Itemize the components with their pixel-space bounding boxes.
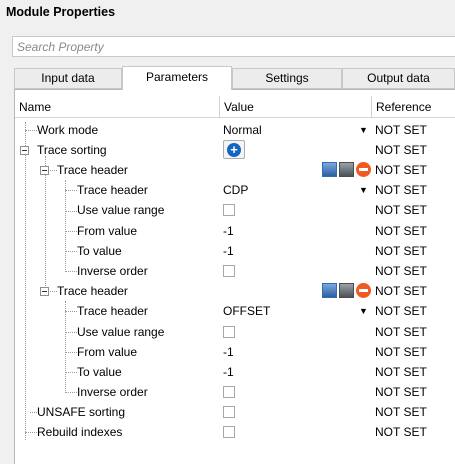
property-name: Trace header [57, 284, 128, 298]
property-name: Trace header [77, 183, 148, 197]
move-header-icon[interactable] [322, 283, 337, 298]
property-name: Trace sorting [37, 143, 107, 157]
property-row-trace-header[interactable]: Trace header OFFSET ▼ NOT SET [15, 301, 455, 321]
collapse-icon[interactable] [20, 146, 29, 155]
property-name: Rebuild indexes [37, 425, 123, 439]
property-row-work-mode[interactable]: Work mode Normal ▼ NOT SET [15, 120, 455, 140]
property-reference[interactable]: NOT SET [375, 362, 427, 382]
property-name: From value [77, 224, 138, 238]
property-reference[interactable]: NOT SET [375, 140, 427, 160]
property-reference[interactable]: NOT SET [375, 382, 427, 402]
move-header-icon[interactable] [322, 162, 337, 177]
property-name: Work mode [37, 123, 99, 137]
inverse-order-checkbox[interactable] [223, 265, 235, 277]
property-row-to-value[interactable]: To value -1 NOT SET [15, 241, 455, 261]
property-name: Use value range [77, 325, 165, 339]
property-name: Trace header [57, 163, 128, 177]
add-circle-icon: + [227, 143, 241, 157]
collapse-icon[interactable] [40, 166, 49, 175]
collapse-icon[interactable] [40, 287, 49, 296]
property-row-trace-header-group[interactable]: Trace header NOT SET [15, 160, 455, 180]
property-reference[interactable]: NOT SET [375, 241, 427, 261]
property-row-from-value[interactable]: From value -1 NOT SET [15, 221, 455, 241]
property-reference[interactable]: NOT SET [375, 160, 427, 180]
remove-circle-icon[interactable] [356, 283, 371, 298]
property-reference[interactable]: NOT SET [375, 261, 427, 281]
rebuild-indexes-checkbox[interactable] [223, 426, 235, 438]
property-grid: Name Value Reference Work mode Normal ▼ … [14, 89, 455, 464]
property-reference[interactable]: NOT SET [375, 322, 427, 342]
property-value: Normal [223, 123, 262, 137]
property-reference[interactable]: NOT SET [375, 301, 427, 321]
property-row-to-value[interactable]: To value -1 NOT SET [15, 362, 455, 382]
property-row-inverse-order[interactable]: Inverse order NOT SET [15, 382, 455, 402]
tab-input-data[interactable]: Input data [14, 68, 122, 89]
property-reference[interactable]: NOT SET [375, 200, 427, 220]
column-header-value[interactable]: Value [220, 96, 370, 118]
property-name: To value [77, 244, 122, 258]
remove-circle-icon[interactable] [356, 162, 371, 177]
property-name: Use value range [77, 203, 165, 217]
property-reference[interactable]: NOT SET [375, 180, 427, 200]
add-trace-header-button[interactable]: + [223, 140, 245, 159]
property-value: OFFSET [223, 304, 271, 318]
from-value-field[interactable]: -1 [223, 221, 373, 241]
property-name: Inverse order [77, 264, 148, 278]
to-value-field[interactable]: -1 [223, 362, 373, 382]
search-box[interactable] [12, 36, 455, 57]
property-reference[interactable]: NOT SET [375, 402, 427, 422]
copy-header-icon[interactable] [339, 283, 354, 298]
property-reference[interactable]: NOT SET [375, 281, 427, 301]
dropdown-arrow-icon[interactable]: ▼ [359, 180, 368, 200]
property-name: Inverse order [77, 385, 148, 399]
work-mode-dropdown[interactable]: Normal ▼ [223, 120, 373, 140]
trace-header-dropdown[interactable]: OFFSET ▼ [223, 301, 373, 321]
copy-header-icon[interactable] [339, 162, 354, 177]
trace-header-dropdown[interactable]: CDP ▼ [223, 180, 373, 200]
property-value: CDP [223, 183, 249, 197]
tab-output-data[interactable]: Output data [342, 68, 455, 89]
property-reference[interactable]: NOT SET [375, 221, 427, 241]
search-input[interactable] [13, 37, 455, 56]
property-row-use-value-range[interactable]: Use value range NOT SET [15, 322, 455, 342]
property-row-inverse-order[interactable]: Inverse order NOT SET [15, 261, 455, 281]
property-reference[interactable]: NOT SET [375, 342, 427, 362]
window-title: Module Properties [6, 5, 116, 19]
property-name: UNSAFE sorting [37, 405, 126, 419]
from-value-field[interactable]: -1 [223, 342, 373, 362]
tab-parameters[interactable]: Parameters [122, 66, 232, 90]
property-name: From value [77, 345, 138, 359]
property-name: To value [77, 365, 122, 379]
dropdown-arrow-icon[interactable]: ▼ [359, 120, 368, 140]
property-reference[interactable]: NOT SET [375, 120, 427, 140]
use-value-range-checkbox[interactable] [223, 326, 235, 338]
grid-header: Name Value Reference [15, 96, 455, 118]
unsafe-sorting-checkbox[interactable] [223, 406, 235, 418]
property-row-from-value[interactable]: From value -1 NOT SET [15, 342, 455, 362]
dropdown-arrow-icon[interactable]: ▼ [359, 301, 368, 321]
property-row-trace-sorting[interactable]: Trace sorting + NOT SET [15, 140, 455, 160]
property-row-rebuild-indexes[interactable]: Rebuild indexes NOT SET [15, 422, 455, 442]
property-row-trace-header[interactable]: Trace header CDP ▼ NOT SET [15, 180, 455, 200]
inverse-order-checkbox[interactable] [223, 386, 235, 398]
tab-settings[interactable]: Settings [232, 68, 342, 89]
property-row-trace-header-group[interactable]: Trace header NOT SET [15, 281, 455, 301]
tab-bar: Input data Parameters Settings Output da… [14, 66, 455, 90]
property-row-use-value-range[interactable]: Use value range NOT SET [15, 200, 455, 220]
use-value-range-checkbox[interactable] [223, 204, 235, 216]
property-reference[interactable]: NOT SET [375, 422, 427, 442]
to-value-field[interactable]: -1 [223, 241, 373, 261]
column-header-reference[interactable]: Reference [372, 96, 455, 118]
property-name: Trace header [77, 304, 148, 318]
property-row-unsafe-sorting[interactable]: UNSAFE sorting NOT SET [15, 402, 455, 422]
column-header-name[interactable]: Name [15, 96, 219, 118]
